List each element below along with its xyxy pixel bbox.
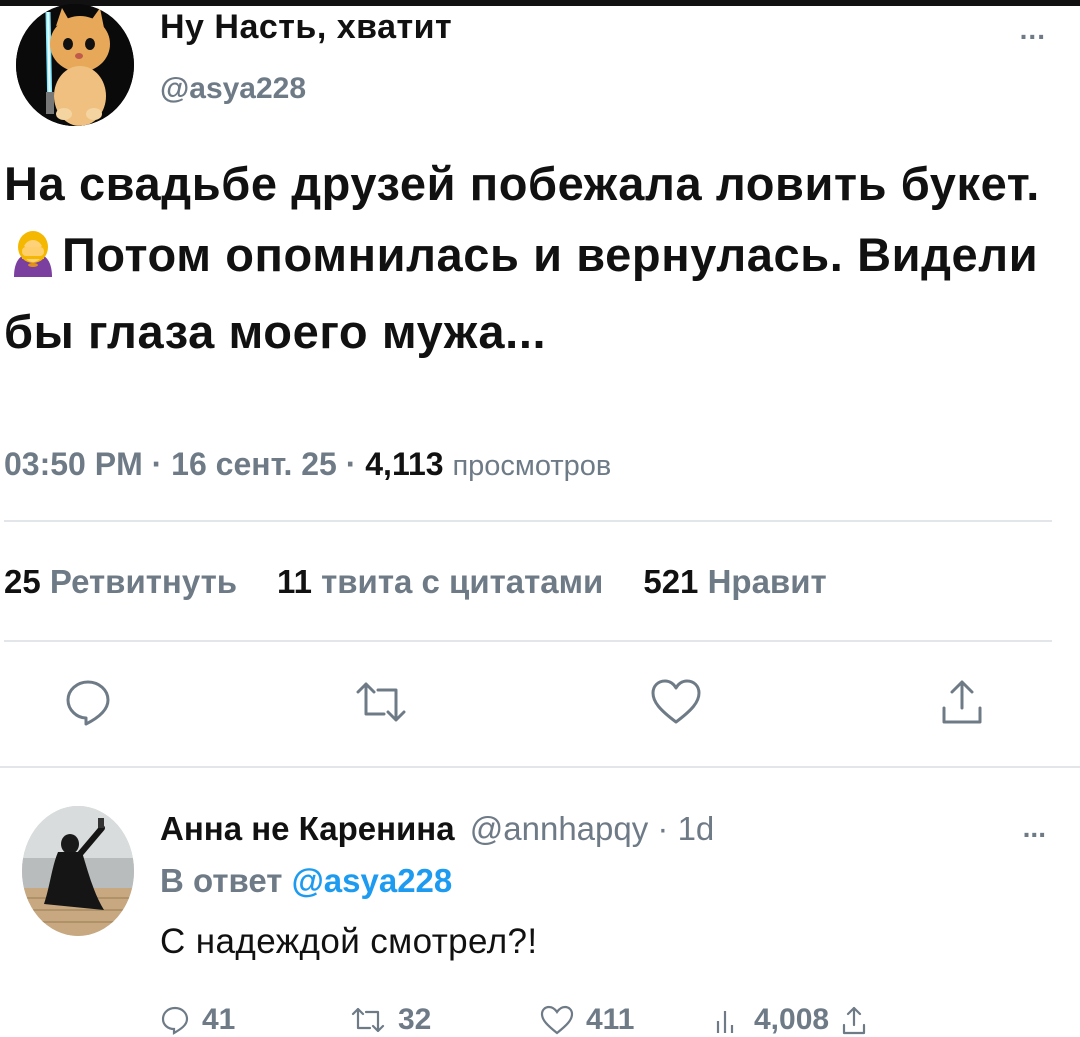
retweets-count: 25 — [4, 563, 41, 600]
meta-separator: · — [345, 446, 357, 482]
reply-to-label: В ответ — [160, 862, 283, 899]
likes-count: 521 — [643, 563, 699, 600]
likes-label: Нравит — [707, 563, 827, 600]
reply-icon — [161, 1006, 189, 1035]
share-icon — [942, 680, 982, 724]
reply-to-line: В ответ @asya228 — [160, 862, 452, 900]
retweets-label: Ретвитнуть — [49, 563, 238, 600]
tweet-text: На свадьбе друзей побежала ловить букет.… — [4, 148, 1074, 367]
reply-button[interactable] — [64, 678, 112, 726]
divider — [0, 766, 1080, 768]
likes-stat[interactable]: 521 Нравит — [643, 563, 826, 600]
reply-likes-count: 411 — [586, 1003, 635, 1036]
reply-author-handle-time[interactable]: @annhapqy · 1d — [470, 810, 715, 847]
retweet-button[interactable] — [354, 678, 408, 726]
reply-reply-button[interactable]: 41 — [160, 1003, 235, 1037]
tweet-text-part2: Потом опомнилась и вернулась. Видели бы … — [4, 228, 1039, 358]
reply-header: Анна не Каренина @annhapqy · 1d — [160, 810, 714, 848]
author-avatar[interactable] — [16, 4, 134, 126]
reply-replies-count: 41 — [202, 1003, 236, 1036]
reply-like-button[interactable]: 411 — [540, 1003, 634, 1037]
views-count: 4,113 — [365, 446, 444, 482]
tweet-stats: 25 Ретвитнуть 11 твита с цитатами 521 Нрав… — [4, 563, 827, 601]
reply-views-count: 4,008 — [754, 1003, 830, 1036]
retweet-icon — [356, 682, 406, 722]
tweet-date[interactable]: 16 сент. 25 — [171, 446, 337, 482]
retweet-icon — [351, 1007, 385, 1033]
divider — [4, 640, 1052, 642]
author-handle[interactable]: @asya228 — [160, 72, 306, 106]
reply-author-name[interactable]: Анна не Каренина — [160, 810, 455, 847]
meta-separator: · — [151, 446, 163, 482]
reply-views-button[interactable]: 4,008 — [712, 1003, 867, 1037]
tweet-meta: 03:50 PM · 16 сент. 25 · 4,113 просмотро… — [4, 446, 611, 483]
reply-retweets-count: 32 — [398, 1003, 432, 1036]
retweets-stat[interactable]: 25 Ретвитнуть — [4, 563, 237, 600]
reply-to-mention[interactable]: @asya228 — [292, 862, 453, 899]
like-icon — [651, 679, 701, 724]
quotes-label: твита с цитатами — [321, 563, 604, 600]
reply-text: С надеждой смотрел?! — [160, 922, 538, 961]
quotes-count: 11 — [277, 563, 312, 600]
reply-author-avatar[interactable] — [22, 806, 134, 936]
author-name[interactable]: Ну Насть, хватит — [160, 8, 452, 47]
woman-facepalming-emoji-icon — [8, 225, 58, 296]
quotes-stat[interactable]: 11 твита с цитатами — [277, 563, 603, 600]
reply-icon — [66, 680, 110, 726]
tweet-text-part1: На свадьбе друзей побежала ловить букет. — [4, 157, 1040, 210]
like-icon — [540, 1005, 574, 1035]
top-edge-bar — [0, 0, 1080, 6]
tweet-time[interactable]: 03:50 PM — [4, 446, 143, 482]
reply-retweet-button[interactable]: 32 — [350, 1003, 431, 1037]
more-options-icon[interactable]: ... — [1020, 14, 1046, 46]
divider — [4, 520, 1052, 522]
like-button[interactable] — [650, 678, 702, 726]
share-icon[interactable] — [841, 1005, 867, 1035]
share-button[interactable] — [940, 678, 984, 726]
views-label: просмотров — [452, 450, 612, 482]
analytics-icon — [716, 1011, 734, 1033]
reply-more-options-icon[interactable]: ... — [1023, 812, 1046, 844]
